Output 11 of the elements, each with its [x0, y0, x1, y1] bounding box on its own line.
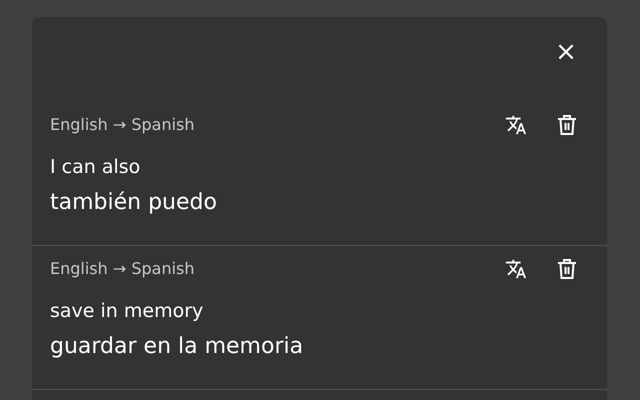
- translate-icon[interactable]: [505, 114, 527, 136]
- close-button[interactable]: ×: [551, 37, 581, 67]
- language-pair: English → Spanish: [50, 114, 195, 136]
- translated-text: guardar en la memoria: [50, 334, 304, 359]
- translate-icon[interactable]: [505, 258, 527, 280]
- source-text: I can also: [50, 156, 140, 178]
- translated-text: también puedo: [50, 190, 217, 215]
- trash-icon[interactable]: [557, 258, 577, 280]
- language-pair: English → Spanish: [50, 258, 195, 280]
- trash-icon[interactable]: [557, 114, 577, 136]
- source-text: save in memory: [50, 300, 204, 322]
